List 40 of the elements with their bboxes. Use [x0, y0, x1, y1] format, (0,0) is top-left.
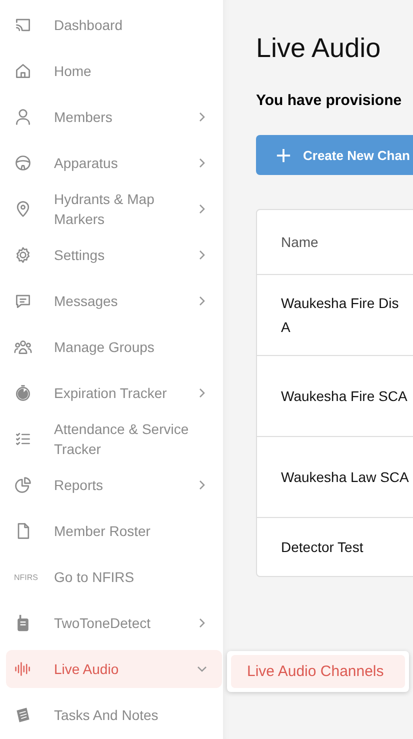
- table-cell-text: Waukesha Fire Dis A: [280, 294, 399, 337]
- submenu-item[interactable]: Live Audio Channels: [231, 655, 405, 688]
- sidebar-item[interactable]: Members: [6, 98, 222, 136]
- cast-icon: [14, 16, 32, 34]
- home-icon: [14, 62, 32, 80]
- sidebar-item[interactable]: Dashboard: [6, 6, 222, 44]
- sidebar-item[interactable]: Expiration Tracker: [6, 374, 222, 412]
- people-group-icon: [14, 338, 32, 356]
- sidebar-item[interactable]: Apparatus: [6, 144, 222, 182]
- nfirs-label: NFIRS: [14, 572, 38, 582]
- sidebar-item[interactable]: Member Roster: [6, 512, 222, 550]
- table-cell-text: Detector Test: [280, 538, 364, 557]
- sidebar-item[interactable]: Attendance & Service Tracker: [6, 420, 222, 458]
- message-icon: [14, 292, 32, 310]
- stopwatch-icon: [14, 384, 32, 402]
- notepad-icon: [14, 706, 32, 724]
- sidebar-item[interactable]: Messages: [6, 282, 222, 320]
- pie-chart-icon: [14, 476, 32, 494]
- map-pin-icon: [14, 200, 32, 218]
- sidebar-item[interactable]: NFIRS Go to NFIRS: [6, 558, 222, 596]
- create-button[interactable]: Create New Chan: [256, 135, 413, 175]
- checklist-icon: [14, 430, 32, 448]
- sidebar-item[interactable]: Settings: [6, 236, 222, 274]
- sidebar-item[interactable]: Home: [6, 52, 222, 90]
- plus-icon: [276, 148, 291, 162]
- table-cell-text: Waukesha Fire SCA: [280, 387, 408, 406]
- column-header: Name: [257, 210, 413, 275]
- sidebar-item[interactable]: Reports: [6, 466, 222, 504]
- person-icon: [14, 108, 32, 126]
- sidebar-item[interactable]: Manage Groups: [6, 328, 222, 366]
- settings-icon: [14, 246, 32, 264]
- notice-text: You have provisione: [256, 92, 403, 109]
- sound-wave-icon: [14, 660, 32, 678]
- sidebar-item[interactable]: Hydrants & Map Markers: [6, 190, 222, 228]
- sidebar-item[interactable]: TwoToneDetect: [6, 604, 222, 642]
- page-title: Live Audio: [256, 32, 382, 65]
- steering-wheel-icon: [14, 154, 32, 172]
- sidebar-item[interactable]: Live Audio: [6, 650, 222, 688]
- sidebar-item[interactable]: Tasks And Notes: [6, 696, 222, 734]
- table-cell-text: Waukesha Law SCA: [280, 468, 409, 487]
